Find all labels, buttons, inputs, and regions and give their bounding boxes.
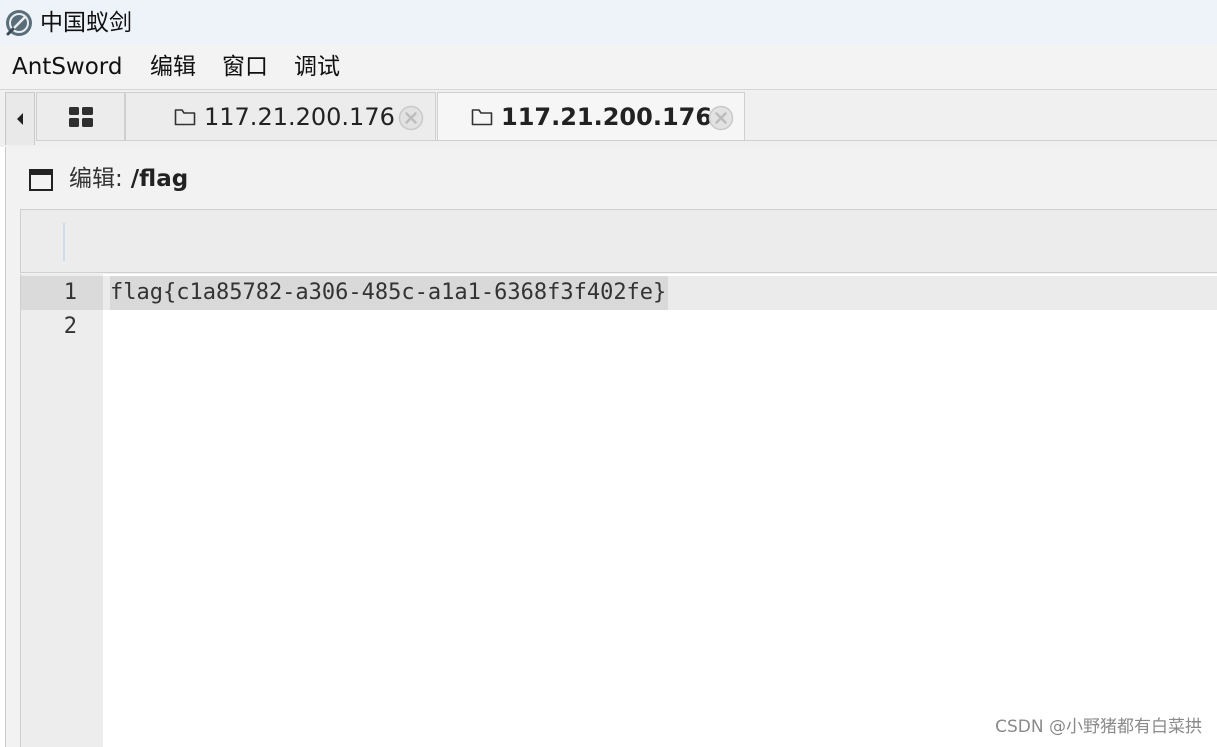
menu-debug[interactable]: 调试 [294,51,340,83]
tab-grid-home[interactable] [36,92,125,141]
tab-scroll-left-button[interactable] [5,92,35,145]
panel-title-path: /flag [122,166,189,192]
tab-strip-divider [36,140,1217,141]
close-circle-icon[interactable] [708,105,734,131]
folder-icon [471,109,493,126]
title-bar: 中国蚁剑 [0,0,1217,45]
antsword-logo-icon [6,10,32,36]
tab-host-1[interactable]: 117.21.200.176 [125,92,436,141]
window-title: 中国蚁剑 [40,10,132,36]
line-number-gutter [21,274,103,747]
editor-toolbar [20,209,1217,273]
folder-icon [174,109,196,126]
editor-panel: 编辑: /flag 1 flag{c1a85782-a306-485c-a1a1… [5,147,1217,747]
editor-line[interactable]: 2 [21,310,1217,344]
menu-window[interactable]: 窗口 [222,51,268,83]
line-content[interactable]: flag{c1a85782-a306-485c-a1a1-6368f3f402f… [110,276,669,310]
editor-line[interactable]: 1 flag{c1a85782-a306-485c-a1a1-6368f3f40… [21,276,1217,310]
window-icon [29,169,53,191]
line-number: 2 [63,314,77,339]
line-number: 1 [21,276,103,310]
menu-edit[interactable]: 编辑 [150,51,196,83]
panel-title-prefix: 编辑: [69,166,123,192]
tab-strip: 117.21.200.176 117.21.200.176 [0,89,1217,147]
tab-label: 117.21.200.176 [501,103,713,131]
tab-host-2-active[interactable]: 117.21.200.176 [437,92,745,141]
code-editor[interactable]: 1 flag{c1a85782-a306-485c-a1a1-6368f3f40… [20,274,1217,747]
tab-label: 117.21.200.176 [204,103,395,131]
panel-title: 编辑: /flag [69,162,188,196]
toolbar-separator [63,223,65,261]
triangle-left-icon [17,113,23,125]
watermark: CSDN @小野猪都有白菜拱 [995,717,1202,737]
menu-bar: AntSword 编辑 窗口 调试 [0,45,1217,89]
close-circle-icon[interactable] [398,105,424,131]
menu-antsword[interactable]: AntSword [12,51,122,83]
panel-header: 编辑: /flag [6,147,1217,209]
grid-icon [68,107,93,127]
